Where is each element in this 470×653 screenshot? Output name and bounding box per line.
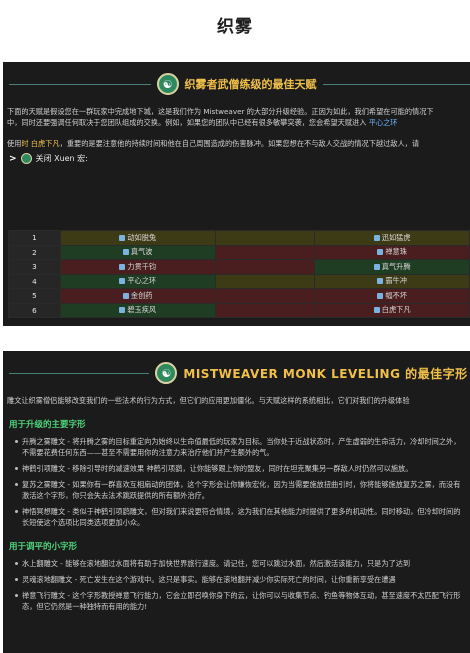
- list-item: 禅意飞行雕文 - 这个字形教授禅意飞行能力，它会立即召唤你身下的云，让你可以与收…: [3, 590, 470, 612]
- talent-icon: [122, 249, 129, 256]
- toggle-label: 关闭 Xuen 宏:: [35, 154, 88, 163]
- talent-option[interactable]: 真气升腾: [314, 259, 470, 275]
- talent-option[interactable]: 平心之环: [59, 273, 216, 289]
- table-row: 2 真气波 禅意珠: [8, 244, 470, 260]
- talent-option[interactable]: 碧玉疾风: [59, 302, 216, 318]
- xuen-paragraph: 使用时 白虎下凡，重要的是要注意他的持续时间和他在自己周围造成的伤害脉冲。如果您…: [7, 139, 420, 148]
- chevron-right-icon: >: [9, 153, 17, 164]
- list-item: 升腾之雾雕文 - 将升腾之雾的目标重定向为始终以生命值最低的玩家为目标。当你处于…: [3, 436, 470, 458]
- talent-option[interactable]: 禅意珠: [314, 244, 470, 260]
- talent-icon: [377, 292, 384, 299]
- list-item: 复苏之雾雕文 - 如果你有一群喜欢互相扇动的团体，这个字形会让你嫌恢宏化，因为当…: [3, 479, 470, 501]
- talent-option[interactable]: 霸牛冲: [314, 273, 470, 289]
- table-row: 3 力贯千钧 真气升腾: [8, 259, 470, 275]
- list-item: 神鹤引项雕文 - 移除引导时的减速效果 神鹤引项鹞，让你能够跟上你的盟友，同时在…: [3, 463, 470, 474]
- table-row: 6 碧玉疾风 白虎下凡: [8, 302, 470, 318]
- talent-option[interactable]: 白虎下凡: [314, 302, 470, 318]
- talent-icon: [377, 278, 384, 285]
- talents-panel: ☯ 织雾者武僧练级的最佳天赋 下面的天赋是假设您在一群玩家中完成地下城，这是我们…: [3, 62, 470, 326]
- minor-glyphs-heading: 用于调平的小字形: [9, 542, 78, 552]
- talent-option[interactable]: 迅如猛虎: [314, 230, 470, 246]
- list-item: 水上翻雕文 - 能够在滚地翻过水面将有助于加快世界旅行速度。请记住，您可以跳过水…: [3, 558, 470, 569]
- talent-option[interactable]: 动如脱兔: [59, 230, 216, 246]
- talent-tier: 4: [8, 273, 61, 289]
- glyphs-banner: ☯ MISTWEAVER MONK LEVELING 的最佳字形: [3, 351, 470, 395]
- talent-link[interactable]: 时 白虎下凡: [21, 139, 59, 148]
- talent-option[interactable]: 真气波: [59, 244, 216, 260]
- talent-icon: [119, 234, 126, 241]
- intro-paragraph: 中，同时还要强调任何取决于您团队组成的交换。例如，如果您的团队中已经有很多敏攀突…: [7, 118, 398, 127]
- monk-logo-icon: ☯: [156, 73, 179, 95]
- talents-banner: ☯ 织雾者武僧练级的最佳天赋: [3, 62, 470, 106]
- talent-icon: [373, 263, 380, 270]
- major-glyphs-heading: 用于升级的主要字形: [9, 420, 86, 430]
- monk-logo-icon: [20, 153, 32, 164]
- talent-option[interactable]: 幅不坏: [314, 288, 470, 304]
- talent-option[interactable]: 力贯千钧: [59, 259, 216, 275]
- table-row: 5 金创药 幅不坏: [8, 288, 470, 304]
- glyphs-panel: ☯ MISTWEAVER MONK LEVELING 的最佳字形 雕文让织雾僧侣…: [3, 351, 470, 653]
- talent-icon: [373, 307, 380, 314]
- glyphs-heading: MISTWEAVER MONK LEVELING 的最佳字形: [183, 366, 468, 381]
- list-item: 灵魂滚地翻雕文 - 死亡发生在这个游戏中。这只是事实。能够在滚地翻并减少你实际死…: [3, 574, 470, 585]
- talent-icon: [119, 263, 126, 270]
- table-row: 1 动如脱兔 迅如猛虎: [8, 230, 470, 246]
- talent-tier: 2: [8, 244, 61, 260]
- monk-logo-icon: ☯: [155, 362, 178, 384]
- talent-icon: [377, 249, 384, 256]
- talent-icon: [373, 234, 380, 241]
- intro-paragraph: 雕文让织雾僧侣能够改变我们的一些法术的行为方式，但它们的应用更加僵化。与天赋这样…: [7, 396, 410, 405]
- talent-icon: [119, 278, 126, 285]
- talent-link[interactable]: 平心之环: [369, 118, 398, 127]
- talent-icon: [119, 307, 126, 314]
- talent-tier: 5: [8, 288, 61, 304]
- talents-heading: 织雾者武僧练级的最佳天赋: [184, 78, 317, 91]
- talent-tier: 1: [8, 230, 61, 246]
- talent-tier: 3: [8, 259, 61, 275]
- xuen-macro-toggle[interactable]: > 关闭 Xuen 宏:: [3, 153, 470, 164]
- talent-table: 1 动如脱兔 迅如猛虎 2 真气波 禅意珠 3 力贯千钧 真气升腾 4 平心之环: [8, 230, 470, 318]
- list-item: 神悟冥想雕文 - 类似于神鹤引项鹞雕文，但对我们来说更符合情境，这为我们在其他能…: [3, 506, 470, 528]
- table-row: 4 平心之环 霸牛冲: [8, 273, 470, 289]
- talent-tier: 6: [8, 302, 61, 318]
- talent-option[interactable]: 金创药: [59, 288, 216, 304]
- page-title: 织雾: [217, 17, 253, 37]
- talent-icon: [122, 292, 129, 299]
- intro-paragraph: 下面的天赋是假设您在一群玩家中完成地下城，这是我们作为 Mistweaver 的…: [7, 107, 434, 116]
